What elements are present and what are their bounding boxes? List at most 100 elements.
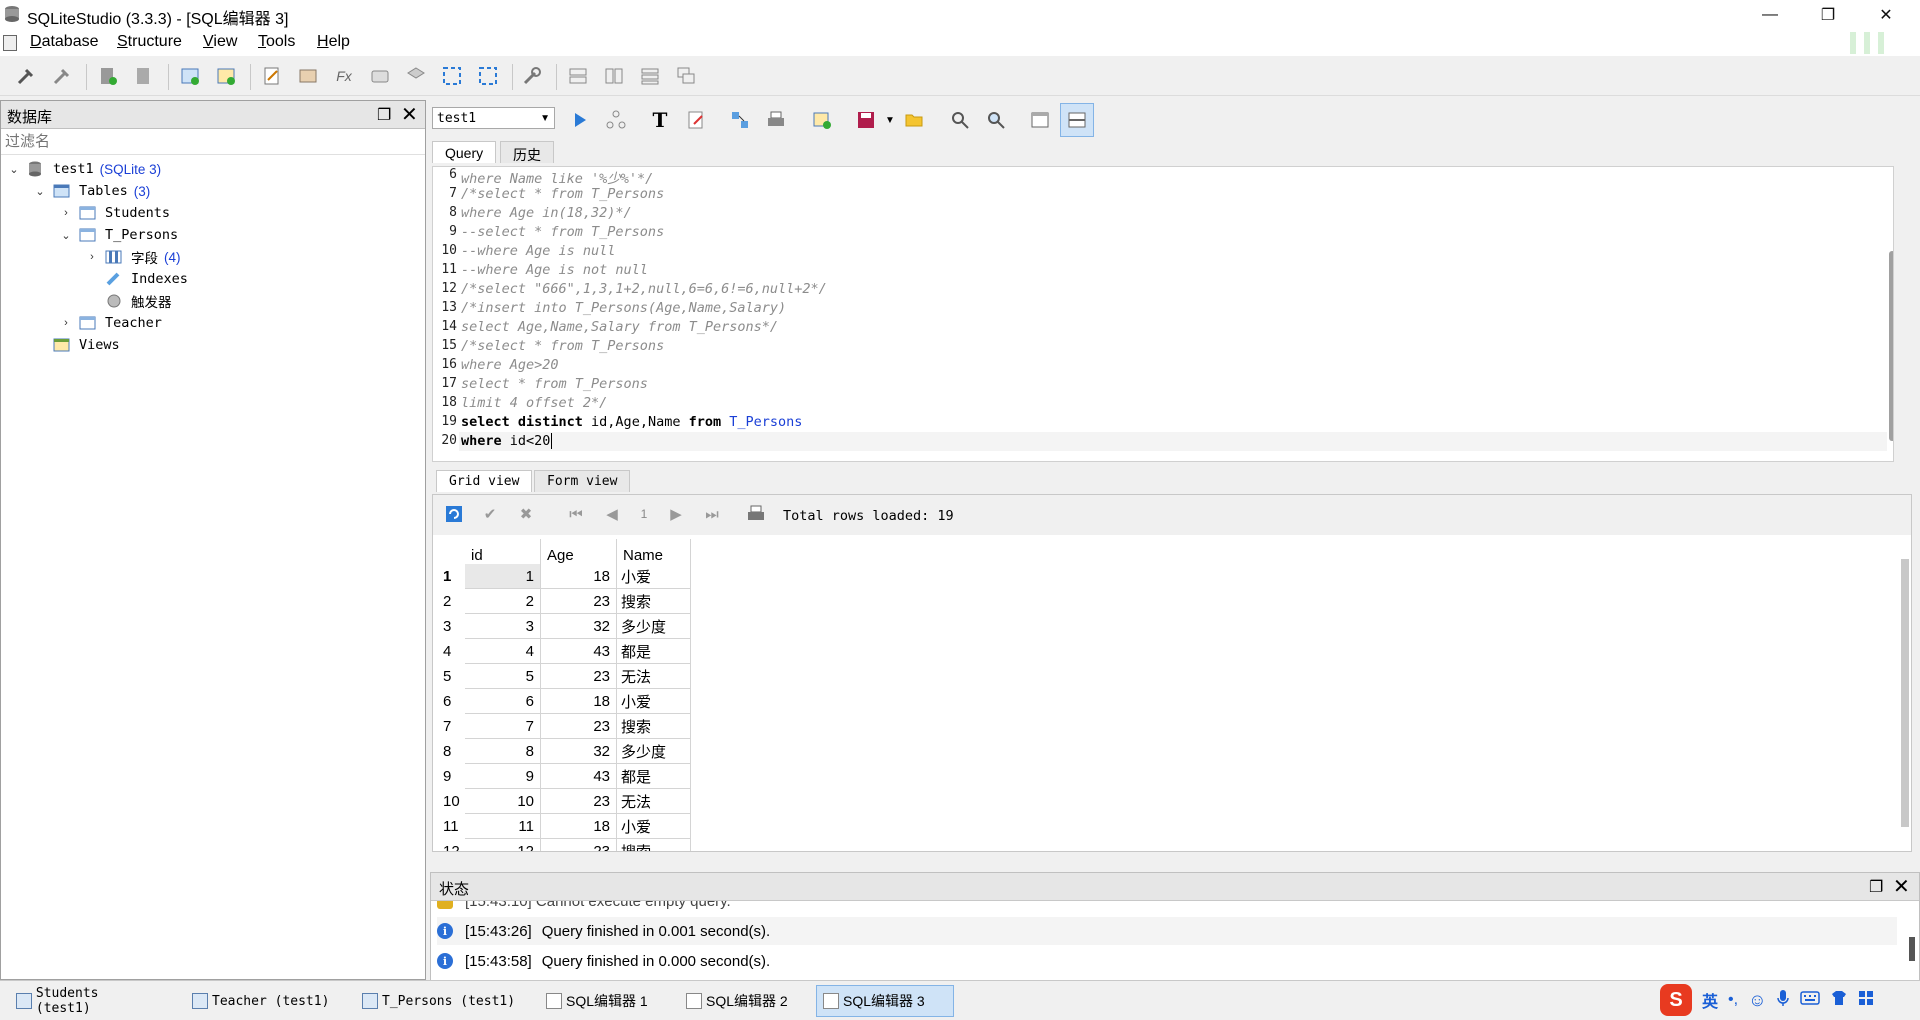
toolbox-icon[interactable] xyxy=(1858,990,1874,1011)
tree-item-columns[interactable]: › 字段 (4) xyxy=(7,246,417,268)
cell-name[interactable]: 搜索 xyxy=(617,839,691,851)
row-number[interactable]: 3 xyxy=(433,614,465,639)
grid-scrollbar[interactable] xyxy=(1901,559,1909,827)
print-icon[interactable] xyxy=(762,106,790,134)
cell-name[interactable]: 都是 xyxy=(617,639,691,664)
tree-item-views[interactable]: Views xyxy=(7,334,417,356)
next-page-icon[interactable]: ▶ xyxy=(665,503,687,525)
cell-name[interactable]: 无法 xyxy=(617,664,691,689)
tree-item-database[interactable]: ⌄ test1 (SQLite 3) xyxy=(7,158,417,180)
create-view-icon[interactable] xyxy=(808,106,836,134)
chevron-right-icon[interactable]: › xyxy=(59,317,73,329)
task-sql-editor-1[interactable]: SQL编辑器 1 xyxy=(540,985,660,1017)
cell-age[interactable]: 23 xyxy=(541,714,617,739)
extension-icon[interactable] xyxy=(404,64,428,88)
cell-age[interactable]: 18 xyxy=(541,564,617,589)
cell-name[interactable]: 无法 xyxy=(617,789,691,814)
find-icon[interactable] xyxy=(946,106,974,134)
tree-item-triggers[interactable]: 触发器 xyxy=(7,290,417,312)
cell-age[interactable]: 18 xyxy=(541,814,617,839)
row-number[interactable]: 2 xyxy=(433,589,465,614)
column-header-name[interactable]: Name xyxy=(617,539,691,564)
cell-id[interactable]: 2 xyxy=(465,589,541,614)
settings-icon[interactable] xyxy=(520,64,544,88)
import-icon[interactable] xyxy=(440,64,464,88)
cell-id[interactable]: 8 xyxy=(465,739,541,764)
restore-button[interactable]: ❐ xyxy=(1800,0,1856,30)
cell-id[interactable]: 1 xyxy=(465,564,541,589)
cell-id[interactable]: 5 xyxy=(465,664,541,689)
database-select[interactable]: test1 ▼ xyxy=(432,107,555,129)
row-number[interactable]: 12 xyxy=(433,839,465,851)
skin-icon[interactable] xyxy=(1830,990,1848,1011)
new-table-icon[interactable] xyxy=(178,64,202,88)
cell-id[interactable]: 4 xyxy=(465,639,541,664)
cell-id[interactable]: 12 xyxy=(465,839,541,851)
microphone-icon[interactable] xyxy=(1776,989,1790,1012)
menu-database[interactable]: Database xyxy=(30,33,99,51)
cell-age[interactable]: 23 xyxy=(541,589,617,614)
clear-icon[interactable] xyxy=(682,106,710,134)
row-number[interactable]: 7 xyxy=(433,714,465,739)
status-scrollbar[interactable] xyxy=(1909,937,1915,961)
task-t-persons[interactable]: T_Persons (test1) xyxy=(356,985,516,1017)
sql-editor[interactable]: 6 where Name like '%少%'*/ 7 /*select * f… xyxy=(432,166,1894,462)
tab-form-view[interactable]: Form view xyxy=(534,470,631,492)
format-sql-icon[interactable]: T xyxy=(646,106,674,134)
cell-name[interactable]: 都是 xyxy=(617,764,691,789)
menu-help[interactable]: Help xyxy=(317,33,350,51)
previous-page-icon[interactable]: ◀ xyxy=(601,503,623,525)
keyboard-icon[interactable] xyxy=(1800,990,1821,1010)
edit-table-icon[interactable] xyxy=(214,64,238,88)
column-header-id[interactable]: id xyxy=(465,539,541,564)
row-number[interactable]: 8 xyxy=(433,739,465,764)
explain-icon[interactable] xyxy=(602,106,630,134)
cell-age[interactable]: 43 xyxy=(541,639,617,664)
close-panel-icon[interactable]: ✕ xyxy=(1893,874,1910,899)
tree-item-tables[interactable]: ⌄ Tables (3) xyxy=(7,180,417,202)
row-number[interactable]: 9 xyxy=(433,764,465,789)
cell-name[interactable]: 多少度 xyxy=(617,614,691,639)
chevron-down-icon[interactable]: ⌄ xyxy=(7,163,21,176)
cell-age[interactable]: 43 xyxy=(541,764,617,789)
print-results-icon[interactable] xyxy=(745,503,767,525)
menu-structure[interactable]: Structure xyxy=(117,33,182,51)
open-folder-icon[interactable] xyxy=(900,106,928,134)
column-header-age[interactable]: Age xyxy=(541,539,617,564)
cell-age[interactable]: 32 xyxy=(541,614,617,639)
row-number[interactable]: 4 xyxy=(433,639,465,664)
cell-id[interactable]: 11 xyxy=(465,814,541,839)
tab-grid-view[interactable]: Grid view xyxy=(436,470,533,492)
close-panel-icon[interactable]: ✕ xyxy=(401,102,418,127)
last-page-icon[interactable]: ⏭ xyxy=(701,503,723,525)
refresh-icon[interactable] xyxy=(443,503,465,525)
cell-age[interactable]: 18 xyxy=(541,689,617,714)
row-number[interactable]: 6 xyxy=(433,689,465,714)
menu-view[interactable]: View xyxy=(203,33,237,51)
add-database-icon[interactable] xyxy=(96,64,120,88)
cell-age[interactable]: 23 xyxy=(541,664,617,689)
tile-vertical-icon[interactable] xyxy=(602,64,626,88)
row-number[interactable]: 11 xyxy=(433,814,465,839)
rollback-icon[interactable]: ✖ xyxy=(515,503,537,525)
cell-age[interactable]: 23 xyxy=(541,839,617,851)
minimize-button[interactable]: — xyxy=(1742,0,1798,30)
emoji-icon[interactable]: ☺ xyxy=(1748,990,1766,1011)
chevron-down-icon[interactable]: ⌄ xyxy=(59,229,73,242)
menu-tools[interactable]: Tools xyxy=(258,33,295,51)
cell-name[interactable]: 多少度 xyxy=(617,739,691,764)
task-sql-editor-3[interactable]: SQL编辑器 3 xyxy=(816,985,954,1017)
filter-input[interactable] xyxy=(1,129,425,155)
tree-item-indexes[interactable]: Indexes xyxy=(7,268,417,290)
connect-icon[interactable] xyxy=(14,64,38,88)
row-number[interactable]: 5 xyxy=(433,664,465,689)
ime-language[interactable]: 英 xyxy=(1702,988,1718,1012)
tile-icon[interactable] xyxy=(566,64,590,88)
float-panel-icon[interactable]: ❐ xyxy=(377,105,391,125)
history-graph-icon[interactable] xyxy=(726,106,754,134)
execute-icon[interactable] xyxy=(566,106,594,134)
cell-name[interactable]: 小爱 xyxy=(617,564,691,589)
cell-name[interactable]: 搜索 xyxy=(617,589,691,614)
export-icon[interactable] xyxy=(476,64,500,88)
tree-item-t-persons[interactable]: ⌄ T_Persons xyxy=(7,224,417,246)
